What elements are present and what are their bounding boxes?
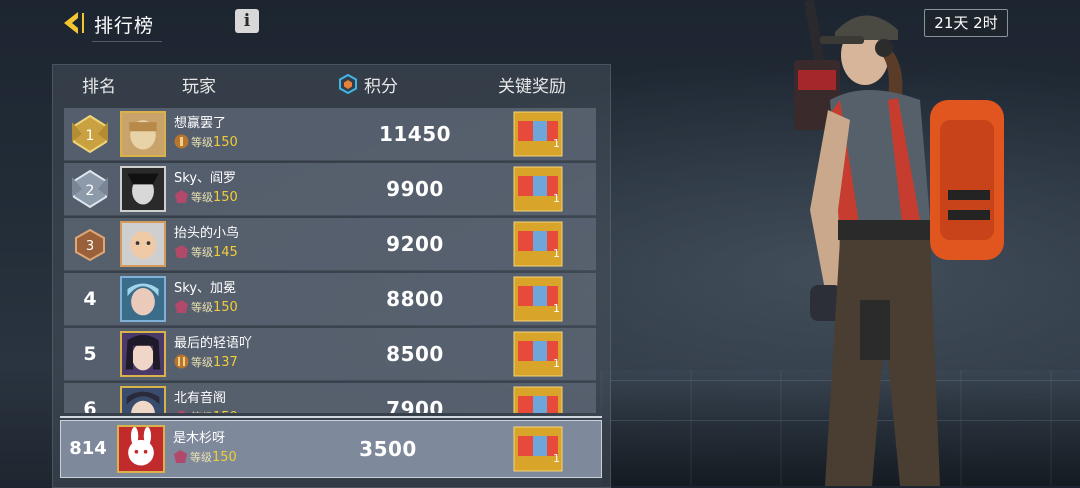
player-level: 等级150 [174,134,238,150]
leaderboard-row[interactable]: 2 Sky、阎罗 等级150 9900 1 [64,163,596,216]
clipped-row-container: 6 北有音阁 等级150 7900 [64,383,596,413]
svg-text:2: 2 [86,183,95,199]
reward-count: 1 [553,302,560,315]
player-score: 8500 [386,342,444,366]
player-name: 抬头的小鸟 [174,226,240,241]
bronze-rank-badge-icon: 3 [75,228,105,262]
player-level: 等级150 [174,409,238,413]
player-level: 等级150 [174,299,238,315]
level-medal-icon [174,450,187,463]
avatar [120,111,166,157]
player-level: 等级137 [174,354,238,370]
avatar [117,425,165,473]
reward-count: 1 [553,357,560,370]
player-name: Sky、加冕 [174,281,237,296]
reward-count: 1 [553,247,560,260]
level-medal-icon [176,410,187,413]
back-arrow-icon[interactable] [60,10,88,36]
rank-number: 5 [83,343,97,365]
reward-card-icon[interactable] [513,276,563,322]
reward-card-icon[interactable] [513,426,563,472]
leaderboard-row[interactable]: 4 Sky、加冕 等级150 8800 1 [64,273,596,326]
avatar [120,386,166,413]
gold-rank-badge-icon: 1 [72,114,108,154]
reward-card-icon[interactable] [513,166,563,212]
player-name: 北有音阁 [174,391,227,406]
page-title: 排行榜 [92,9,163,42]
leaderboard-row[interactable]: 5 最后的轻语吖 等级137 8500 1 [64,328,596,381]
player-score: 7900 [386,397,444,413]
player-score: 9900 [386,177,444,201]
player-score: 3500 [359,437,417,461]
reward-count: 1 [553,137,560,150]
reward-count: 1 [553,192,560,205]
level-medal-icon [175,245,188,258]
player-name: 是木杉呀 [173,431,226,446]
svg-text:3: 3 [86,239,94,254]
info-button[interactable]: i [235,9,259,33]
column-header-rank: 排名 [82,77,116,97]
player-level: 等级145 [174,244,238,260]
player-level: 等级150 [173,449,237,465]
silver-rank-badge-icon: 2 [72,169,108,209]
reward-card-icon[interactable] [513,221,563,267]
player-score: 11450 [378,122,452,146]
rank-number: 4 [83,288,97,310]
player-score: 9200 [386,232,444,256]
leaderboard-row[interactable]: 6 北有音阁 等级150 7900 [64,383,596,413]
score-icon [339,74,357,94]
player-score: 8800 [386,287,444,311]
level-medal-icon [175,300,188,313]
avatar [120,331,166,377]
reward-card-icon[interactable] [513,386,563,413]
level-medal-icon [174,354,189,369]
avatar [120,276,166,322]
avatar [120,221,166,267]
leaderboard-row[interactable]: 3 抬头的小鸟 等级145 9200 1 [64,218,596,271]
avatar [120,166,166,212]
rank-number: 6 [83,398,97,413]
soldier-character-illustration [794,0,1004,486]
divider [60,416,602,418]
svg-text:1: 1 [86,128,95,144]
reward-card-icon[interactable] [513,111,563,157]
rank-number: 814 [69,438,107,459]
column-header-reward: 关键奖励 [498,77,566,97]
leaderboard-row[interactable]: 1 想赢罢了 等级150 11450 1 [64,108,596,161]
player-name: 最后的轻语吖 [174,336,253,351]
player-name: Sky、阎罗 [174,171,237,186]
reward-count: 1 [553,452,560,465]
player-name: 想赢罢了 [174,116,227,131]
own-rank-row[interactable]: 814 是木杉呀 等级150 3500 1 [60,420,602,478]
level-medal-icon [175,190,188,203]
reward-card-icon[interactable] [513,331,563,377]
column-header-player: 玩家 [182,77,216,97]
column-header-score: 积分 [364,77,398,97]
level-medal-icon [174,134,189,149]
player-level: 等级150 [174,189,238,205]
